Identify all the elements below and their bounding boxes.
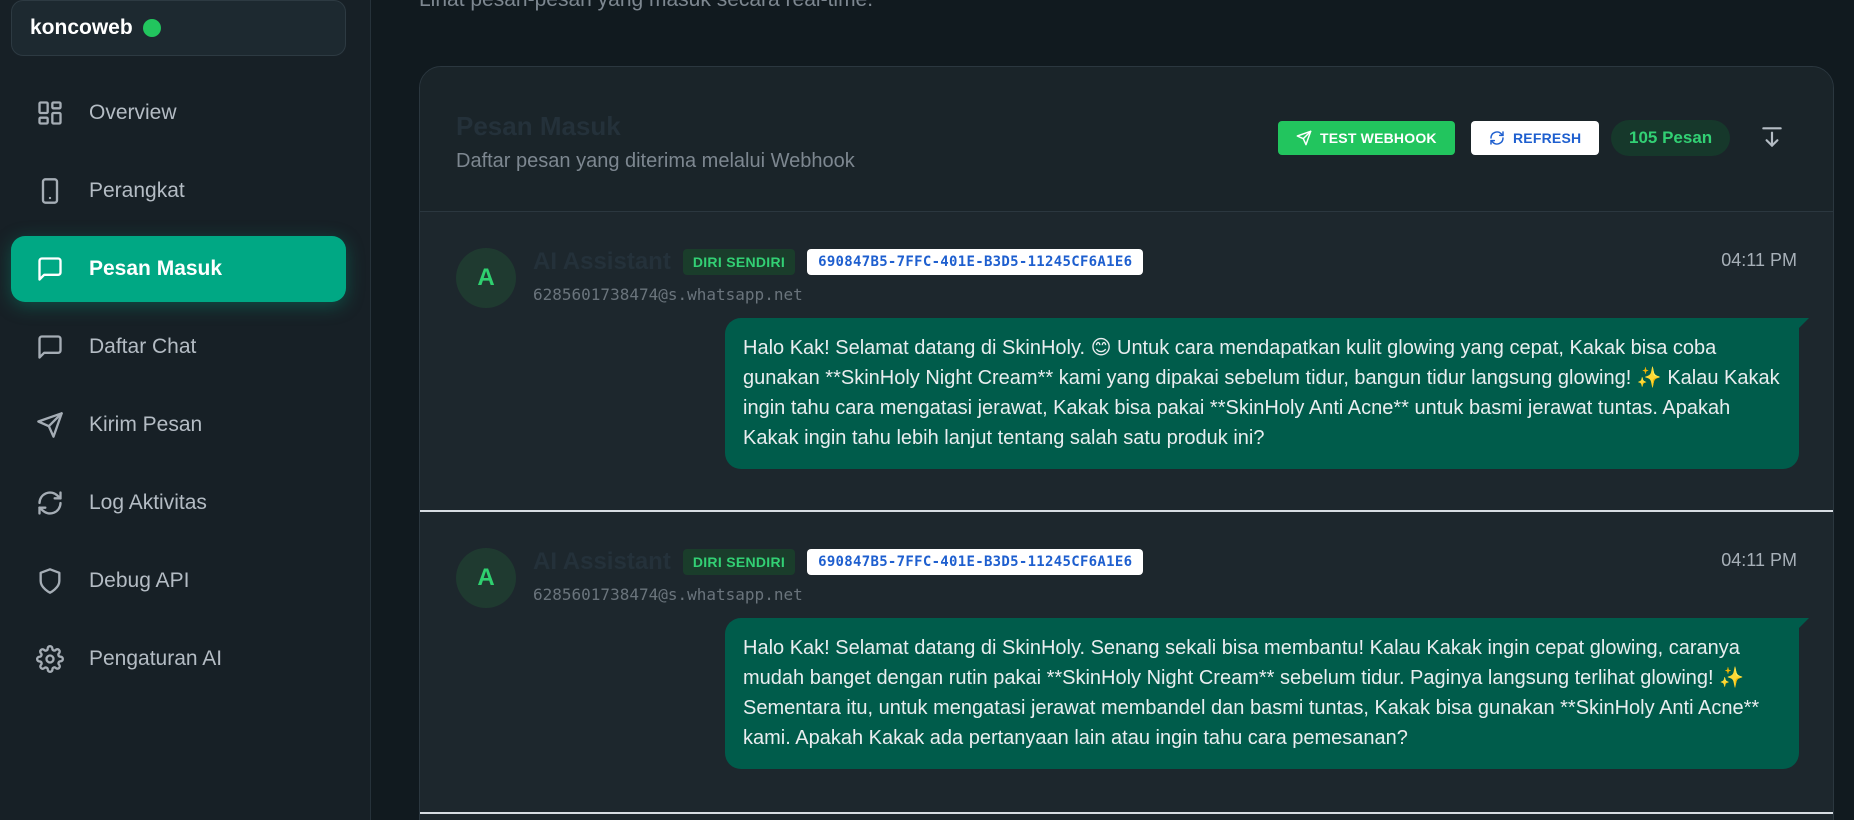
message-item: A AI Assistant DIRI SENDIRI 690847B5-7FF…: [420, 212, 1833, 512]
refresh-button[interactable]: REFRESH: [1471, 121, 1600, 155]
avatar: A: [456, 248, 516, 308]
sidebar-item-label: Perangkat: [89, 179, 185, 202]
sidebar-item-daftar-chat[interactable]: Daftar Chat: [11, 314, 346, 380]
sender-jid: 6285601738474@s.whatsapp.net: [533, 585, 803, 604]
main-content: Lihat pesan-pesan yang masuk secara real…: [372, 0, 1854, 820]
download-button[interactable]: [1759, 124, 1787, 152]
sidebar-item-label: Log Aktivitas: [89, 491, 207, 514]
test-webhook-label: TEST WEBHOOK: [1320, 130, 1437, 146]
refresh-icon: [1490, 131, 1504, 145]
sidebar-item-label: Daftar Chat: [89, 335, 197, 358]
sidebar-item-label: Kirim Pesan: [89, 413, 203, 436]
sender-name: AI Assistant: [533, 548, 671, 575]
avatar: A: [456, 548, 516, 608]
grid-icon: [35, 98, 65, 128]
sidebar-item-pengaturan-ai[interactable]: Pengaturan AI: [11, 626, 346, 692]
sender-jid: 6285601738474@s.whatsapp.net: [533, 285, 803, 304]
sidebar-item-label: Debug API: [89, 569, 190, 592]
sidebar-item-log-aktivitas[interactable]: Log Aktivitas: [11, 470, 346, 536]
sidebar-item-label: Pesan Masuk: [89, 257, 223, 280]
sidebar-item-label: Overview: [89, 101, 177, 124]
download-icon: [1762, 127, 1782, 147]
sidebar: koncoweb Overview Perangkat Pesan Masuk: [0, 0, 371, 820]
sender-name: AI Assistant: [533, 248, 671, 275]
chat-icon: [35, 332, 65, 362]
shield-icon: [35, 566, 65, 596]
sender-row: AI Assistant DIRI SENDIRI 690847B5-7FFC-…: [533, 248, 1144, 276]
page-subtitle: Lihat pesan-pesan yang masuk secara real…: [419, 0, 873, 12]
message-bubble: Halo Kak! Selamat datang di SkinHoly. 😊 …: [725, 318, 1809, 469]
sidebar-item-debug-api[interactable]: Debug API: [11, 548, 346, 614]
workspace-selector[interactable]: koncoweb: [11, 0, 346, 56]
online-status-dot: [142, 19, 161, 37]
refresh-label: REFRESH: [1513, 130, 1582, 146]
brand-name: koncoweb: [30, 16, 133, 39]
message-icon: [35, 254, 65, 284]
sidebar-nav: Overview Perangkat Pesan Masuk Daftar Ch…: [11, 80, 346, 704]
messages-card: Pesan Masuk Daftar pesan yang diterima m…: [419, 66, 1834, 820]
message-time: 04:11 PM: [1721, 250, 1797, 270]
card-header: Pesan Masuk Daftar pesan yang diterima m…: [420, 67, 1833, 212]
send-icon: [35, 410, 65, 440]
message-id-badge: 690847B5-7FFC-401E-B3D5-11245CF6A1E6: [807, 249, 1144, 275]
self-badge: DIRI SENDIRI: [682, 249, 796, 275]
sidebar-item-pesan-masuk[interactable]: Pesan Masuk: [11, 236, 346, 302]
refresh-icon: [35, 488, 65, 518]
sidebar-item-overview[interactable]: Overview: [11, 80, 346, 146]
self-badge: DIRI SENDIRI: [682, 549, 796, 575]
message-item: A AI Assistant DIRI SENDIRI 690847B5-7FF…: [420, 512, 1833, 814]
message-id-badge: 690847B5-7FFC-401E-B3D5-11245CF6A1E6: [807, 549, 1144, 575]
message-count-badge: 105 Pesan: [1611, 120, 1731, 156]
sender-row: AI Assistant DIRI SENDIRI 690847B5-7FFC-…: [533, 548, 1144, 576]
card-title: Pesan Masuk: [456, 111, 621, 141]
card-subtitle: Daftar pesan yang diterima melalui Webho…: [456, 150, 855, 172]
message-time: 04:11 PM: [1721, 550, 1797, 570]
sidebar-item-kirim-pesan[interactable]: Kirim Pesan: [11, 392, 346, 458]
gear-icon: [35, 644, 65, 674]
phone-icon: [35, 176, 65, 206]
message-bubble: Halo Kak! Selamat datang di SkinHoly. Se…: [725, 618, 1809, 769]
send-icon: [1296, 130, 1312, 146]
test-webhook-button[interactable]: TEST WEBHOOK: [1278, 121, 1455, 155]
sidebar-item-perangkat[interactable]: Perangkat: [11, 158, 346, 224]
sidebar-item-label: Pengaturan AI: [89, 647, 223, 670]
